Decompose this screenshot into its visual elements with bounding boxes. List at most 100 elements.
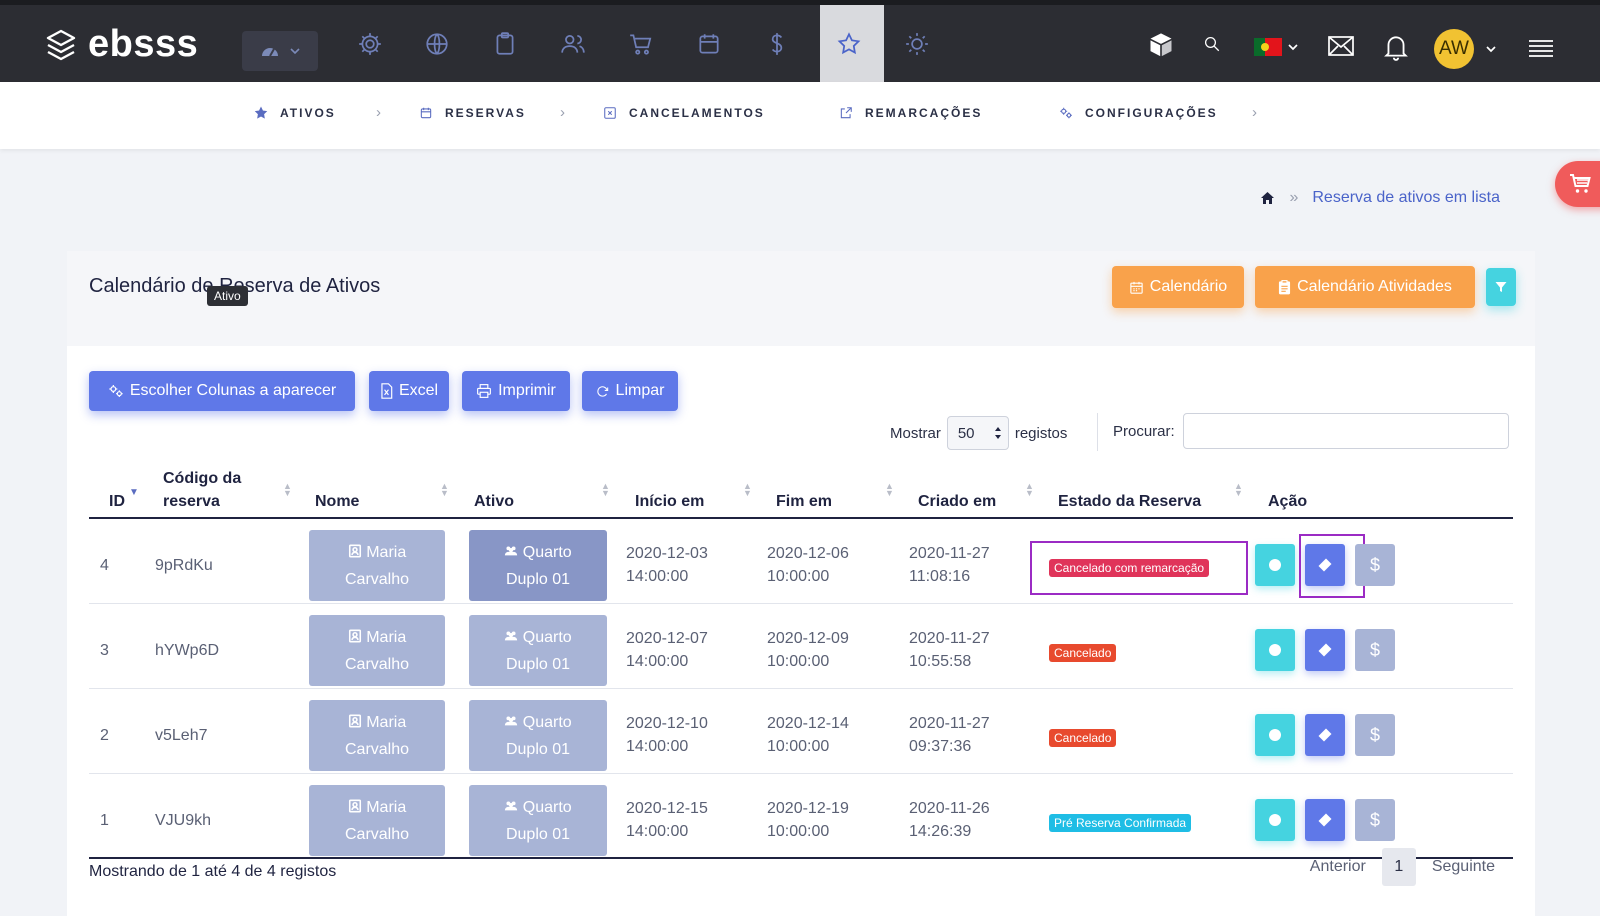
sort-icon: ▲ ▼ (743, 481, 752, 498)
subnav-item-cancelamentos[interactable]: CANCELAMENTOS (603, 106, 765, 120)
column-header-id[interactable]: ID (109, 490, 125, 513)
column-header-asset[interactable]: Ativo (474, 490, 514, 513)
end-time: 10:00:00 (767, 823, 830, 840)
chevron-right-icon: › (560, 104, 565, 121)
activities-calendar-button[interactable]: Calendário Atividades (1255, 266, 1475, 308)
subnav-item-ativos[interactable]: ATIVOS (254, 106, 336, 120)
floating-cart-button[interactable] (1555, 161, 1600, 207)
menu-icon[interactable] (1528, 39, 1554, 59)
created-date: 2020-11-26 (909, 800, 990, 817)
dollar-icon[interactable] (762, 29, 792, 59)
search-input[interactable] (1182, 413, 1509, 449)
package-icon[interactable] (1147, 31, 1175, 59)
star-icon[interactable] (834, 29, 864, 59)
start-date: 2020-12-10 (626, 715, 708, 732)
subnav-item-reservas[interactable]: RESERVAS (419, 106, 526, 120)
payment-action-button[interactable]: $ (1355, 629, 1395, 671)
cell-id: 3 (100, 642, 109, 659)
cart-icon[interactable] (626, 29, 656, 59)
created-time: 14:26:39 (909, 823, 972, 840)
pagination-page[interactable]: 1 (1381, 848, 1416, 886)
clear-button[interactable]: Limpar (582, 371, 678, 411)
page-length-value: 50 (957, 424, 975, 442)
globe-action-button[interactable] (1255, 714, 1295, 756)
avatar[interactable]: AW (1434, 29, 1474, 69)
column-header-start[interactable]: Início em (635, 490, 704, 513)
brand[interactable]: ebsss (44, 23, 198, 66)
asset-button[interactable]: Quarto Duplo 01 (469, 785, 607, 856)
customer-last-name: Carvalho (344, 655, 410, 673)
calendar-icon[interactable] (694, 29, 724, 59)
gear-icon[interactable] (355, 29, 385, 59)
language-selector[interactable] (1254, 38, 1298, 56)
ticket-action-button[interactable] (1305, 714, 1345, 756)
user-card-icon (348, 629, 361, 642)
home-icon[interactable] (1260, 191, 1275, 205)
choose-columns-button[interactable]: Escolher Colunas a aparecer (89, 371, 355, 411)
asset-button[interactable]: Quarto Duplo 01 (469, 615, 607, 686)
column-header-status[interactable]: Estado da Reserva (1058, 490, 1201, 513)
customer-name-button[interactable]: Maria Carvalho (309, 700, 445, 771)
dashboard-dropdown[interactable] (242, 31, 318, 71)
end-time: 10:00:00 (767, 653, 830, 670)
updown-arrows-icon (994, 427, 1001, 439)
mail-icon[interactable] (1327, 34, 1355, 58)
reservations-table: ID ▼ Código da reserva ▲ ▼ Nome ▲ ▼ Ativo … (89, 461, 1513, 859)
pagination-next[interactable]: Seguinte (1432, 858, 1495, 876)
asset-line2: Duplo 01 (505, 570, 571, 588)
page-length-select[interactable]: 50 (946, 416, 1009, 450)
column-header-created[interactable]: Criado em (918, 490, 996, 513)
users-icon[interactable] (558, 29, 588, 59)
dollar-icon: $ (1369, 809, 1380, 830)
globe-icon (1269, 644, 1281, 656)
excel-icon (381, 383, 393, 399)
globe-icon (1269, 814, 1281, 826)
cell-end: 2020-12-19 10:00:00 (767, 797, 849, 843)
subnav-label: CANCELAMENTOS (629, 106, 765, 120)
asset-line1: Quarto (522, 713, 572, 731)
asset-button[interactable]: Quarto Duplo 01 (469, 700, 607, 771)
start-time: 14:00:00 (626, 568, 689, 585)
subnav-item-remarcacoes[interactable]: REMARCAÇÕES (839, 106, 982, 120)
calendar-button[interactable]: Calendário (1112, 266, 1244, 308)
breadcrumb-current[interactable]: Reserva de ativos em lista (1312, 189, 1500, 207)
payment-action-button[interactable]: $ (1355, 799, 1395, 841)
bell-icon[interactable] (1383, 33, 1409, 61)
globe-action-button[interactable] (1255, 544, 1295, 586)
subnav-item-configuracoes[interactable]: CONFIGURAÇÕES (1059, 106, 1218, 120)
excel-button[interactable]: Excel (369, 371, 449, 411)
column-header-code[interactable]: Código da reserva (163, 467, 241, 513)
print-label: Imprimir (498, 382, 556, 399)
print-button[interactable]: Imprimir (462, 371, 570, 411)
calendar-icon (1130, 281, 1143, 294)
globe-action-button[interactable] (1255, 629, 1295, 671)
ticket-action-button[interactable] (1305, 799, 1345, 841)
cell-created: 2020-11-26 14:26:39 (909, 797, 990, 843)
column-header-end[interactable]: Fim em (776, 490, 832, 513)
sub-navbar: ATIVOS › RESERVAS › CANCELAMENTOS REMARC… (0, 82, 1600, 149)
pagination-previous[interactable]: Anterior (1310, 858, 1366, 876)
asset-button[interactable]: Quarto Duplo 01 (469, 530, 607, 601)
payment-action-button[interactable]: $ (1355, 544, 1395, 586)
ticket-action-button[interactable] (1305, 629, 1345, 671)
customer-last-name: Carvalho (344, 570, 410, 588)
clipboard-icon[interactable] (490, 29, 520, 59)
chevron-down-icon[interactable] (1486, 45, 1496, 53)
globe-icon[interactable] (422, 29, 452, 59)
customer-name-button[interactable]: Maria Carvalho (309, 530, 445, 601)
cell-code: VJU9kh (155, 812, 212, 829)
reservations-card: Calendário de Reserva de Ativos Ativo Ca… (67, 251, 1535, 916)
end-date: 2020-12-09 (767, 630, 849, 647)
customer-name-button[interactable]: Maria Carvalho (309, 615, 445, 686)
search-icon[interactable] (1203, 35, 1221, 53)
chevron-down-icon (1288, 44, 1298, 51)
ticket-action-button[interactable] (1305, 544, 1345, 586)
column-header-name[interactable]: Nome (315, 490, 359, 513)
breadcrumb: » Reserva de ativos em lista (1260, 189, 1500, 207)
customer-name-button[interactable]: Maria Carvalho (309, 785, 445, 856)
globe-icon (1269, 559, 1281, 571)
payment-action-button[interactable]: $ (1355, 714, 1395, 756)
globe-action-button[interactable] (1255, 799, 1295, 841)
sun-icon[interactable] (902, 29, 932, 59)
filter-button[interactable] (1486, 268, 1516, 306)
